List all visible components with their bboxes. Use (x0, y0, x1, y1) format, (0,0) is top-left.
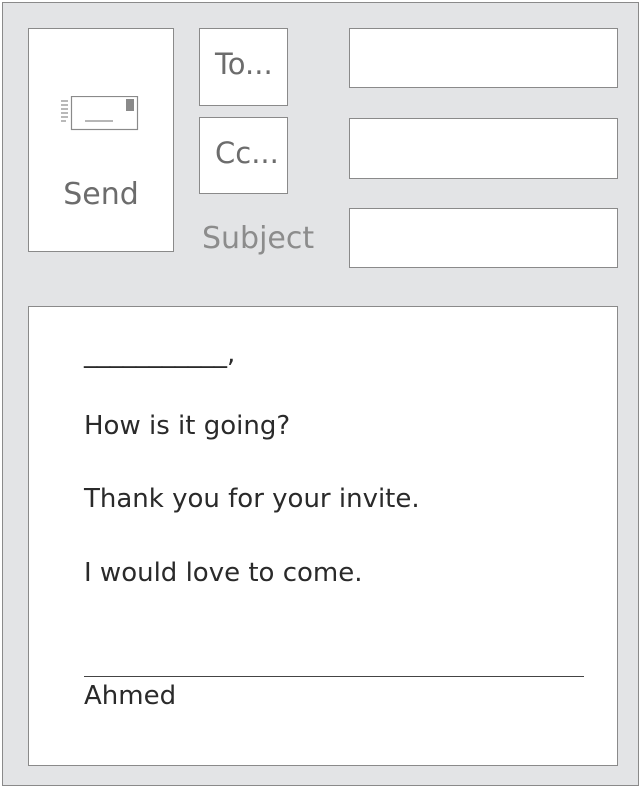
subject-input[interactable] (350, 209, 617, 267)
cc-button[interactable]: Cc... (199, 117, 288, 194)
subject-label: Subject (202, 221, 315, 256)
send-button[interactable]: Send (28, 28, 174, 252)
cc-input[interactable] (350, 119, 617, 178)
greeting-blank: ___________, (84, 339, 236, 369)
envelope-icon (61, 96, 139, 131)
to-label: To... (215, 47, 273, 81)
signature-divider (84, 676, 584, 677)
to-button[interactable]: To... (199, 28, 288, 106)
signature-name: Ahmed (84, 681, 177, 711)
subject-field[interactable] (349, 208, 618, 268)
cc-label: Cc... (215, 136, 279, 170)
send-label: Send (63, 177, 139, 212)
to-input[interactable] (350, 29, 617, 87)
email-compose-window: Send To... Cc... Subject ___________, Ho… (2, 2, 639, 786)
body-line: I would love to come. (84, 558, 363, 588)
to-field[interactable] (349, 28, 618, 88)
body-line: How is it going? (84, 411, 291, 441)
cc-field[interactable] (349, 118, 618, 179)
message-body[interactable]: ___________, How is it going? Thank you … (28, 306, 618, 766)
body-line: Thank you for your invite. (84, 484, 420, 514)
